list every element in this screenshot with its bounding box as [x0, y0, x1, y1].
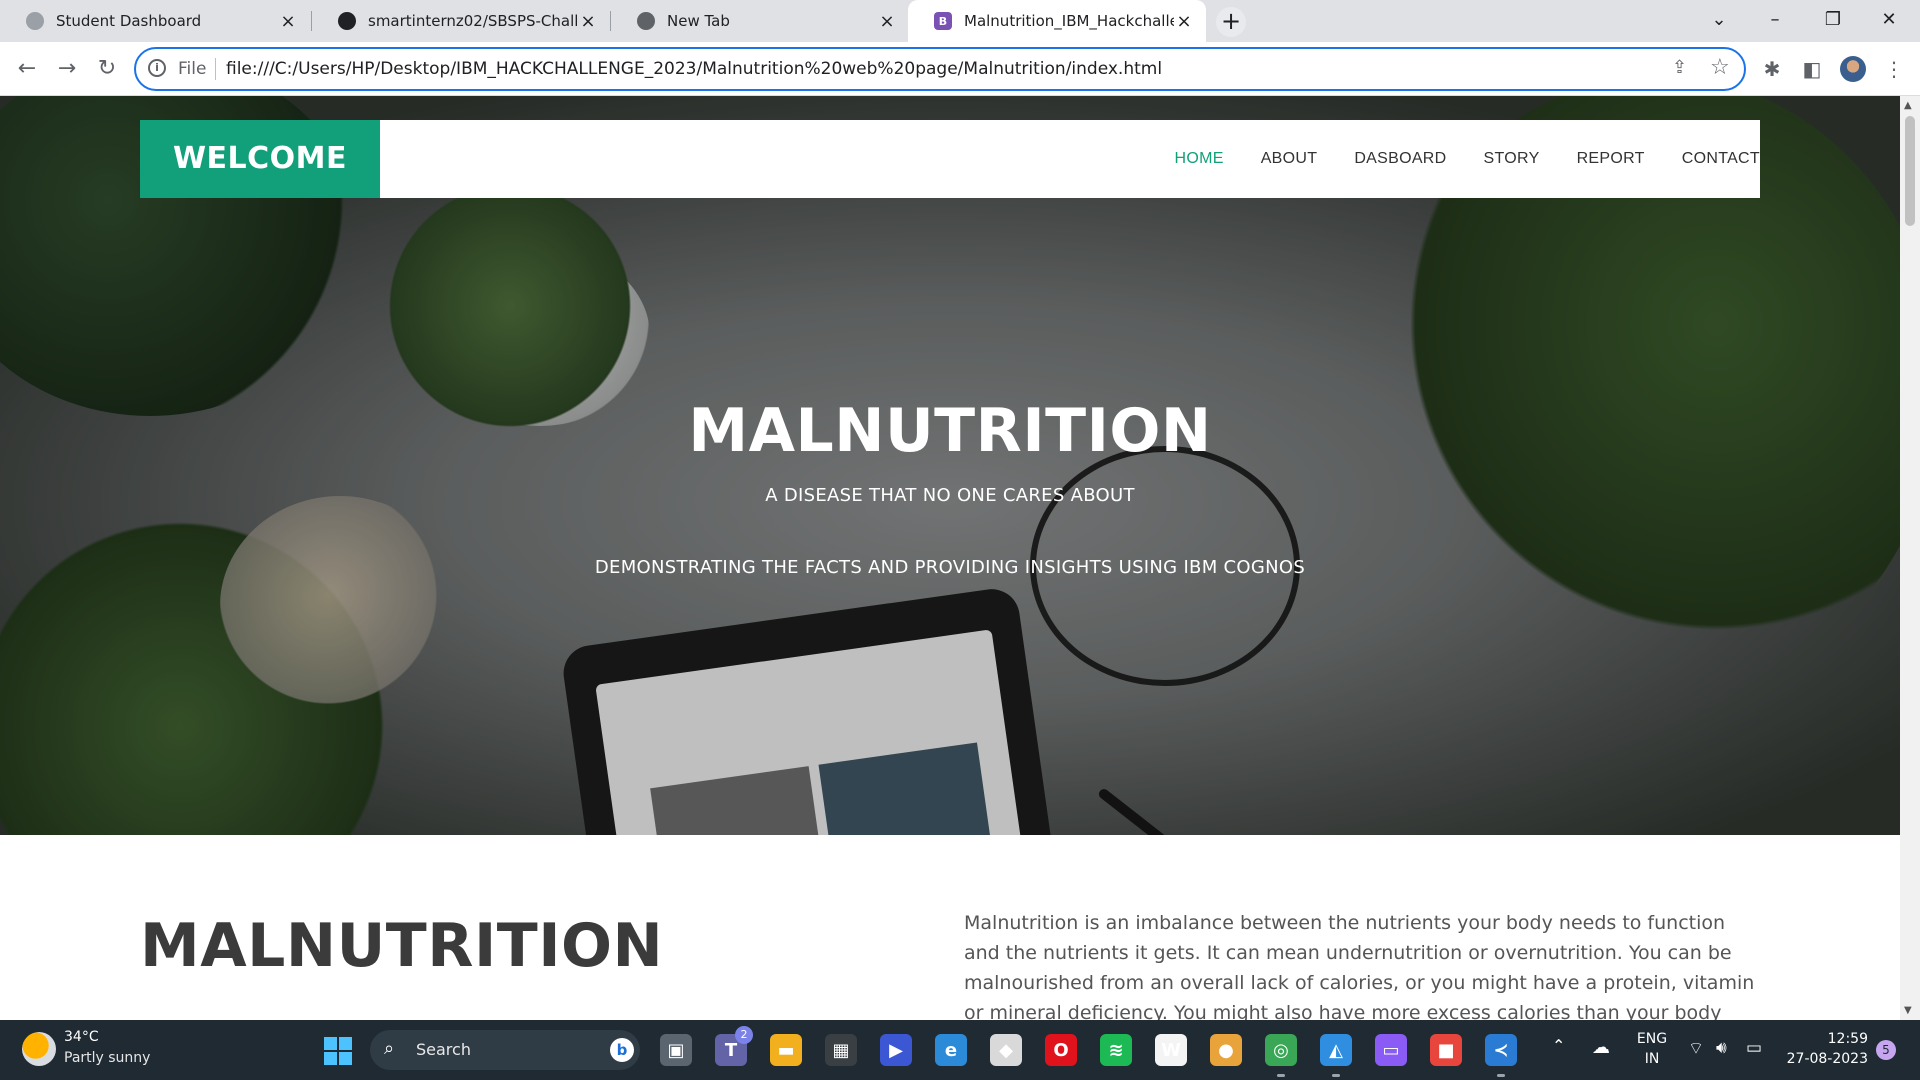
battery-icon[interactable]: ▭	[1746, 1038, 1762, 1058]
weather-temperature[interactable]: 34°C	[64, 1029, 99, 1045]
chrome-icon	[637, 12, 655, 30]
nav-about[interactable]: ABOUT	[1261, 150, 1318, 168]
taskbar-search[interactable]: ⌕ Search b	[370, 1030, 640, 1070]
clock-time: 12:59	[1827, 1031, 1868, 1047]
restore-button[interactable]: ❐	[1810, 4, 1856, 36]
scheme-label: File	[178, 59, 207, 79]
volume-icon[interactable]: 🔊︎	[1716, 1038, 1727, 1058]
nav-links: HOME ABOUT DASBOARD STORY REPORT CONTACT	[1137, 120, 1760, 198]
search-label: Search	[416, 1040, 471, 1059]
close-icon[interactable]: ×	[1174, 11, 1194, 32]
minimize-button[interactable]: –	[1752, 4, 1798, 36]
scroll-up-arrow-icon[interactable]: ▲	[1904, 100, 1912, 111]
share-icon[interactable]: ⇪	[1672, 57, 1687, 78]
about-title: MALNUTRITION	[140, 911, 664, 981]
windows-taskbar: 34°C Partly sunny ⌕ Search b ▣ T 2 ▬ ▦ ▶ e ◆ O ≋ W…	[0, 1020, 1920, 1080]
nav-dashboard[interactable]: DASBOARD	[1354, 150, 1446, 168]
hero-title: MALNUTRITION	[688, 396, 1212, 466]
nav-home[interactable]: HOME	[1174, 150, 1223, 168]
running-indicator	[1277, 1074, 1285, 1077]
teams-icon[interactable]: T2	[715, 1026, 753, 1066]
file-explorer-icon[interactable]: ▬	[770, 1034, 802, 1066]
hero-subtitle: A DISEASE THAT NO ONE CARES ABOUT	[765, 485, 1135, 506]
show-hidden-icons-chevron-icon[interactable]: ⌃	[1552, 1036, 1565, 1055]
power-automate-icon[interactable]: ▶	[880, 1034, 912, 1066]
microsoft-store-icon[interactable]: ▦	[825, 1034, 857, 1066]
omnibox-divider	[215, 58, 216, 80]
info-icon[interactable]: i	[148, 59, 166, 77]
system-clock[interactable]: 12:59 27-08-2023	[1776, 1029, 1868, 1069]
nav-report[interactable]: REPORT	[1577, 150, 1645, 168]
back-button[interactable]: ←	[12, 54, 42, 84]
url-text[interactable]: file:///C:/Users/HP/Desktop/IBM_HACKCHAL…	[226, 59, 1586, 79]
address-bar[interactable]: i File file:///C:/Users/HP/Desktop/IBM_H…	[134, 47, 1746, 91]
browser-toolbar: ← → ↻ i File file:///C:/Users/HP/Desktop…	[0, 42, 1920, 96]
extensions-icon[interactable]: ✱	[1758, 54, 1786, 84]
about-text: Malnutrition is an imbalance between the…	[964, 912, 1755, 1020]
nav-contact[interactable]: CONTACT	[1682, 150, 1760, 168]
hero-section: WELCOME HOME ABOUT DASBOARD STORY REPORT…	[0, 96, 1900, 835]
weather-description[interactable]: Partly sunny	[64, 1050, 150, 1066]
forward-button[interactable]: →	[52, 54, 82, 84]
page-scrollbar[interactable]: ▲ ▼	[1900, 96, 1920, 1020]
globe-icon	[26, 12, 44, 30]
site-navbar: WELCOME HOME ABOUT DASBOARD STORY REPORT…	[140, 120, 1760, 198]
close-icon[interactable]: ×	[877, 11, 897, 32]
opera-icon[interactable]: O	[1045, 1034, 1077, 1066]
scrollbar-thumb[interactable]	[1905, 116, 1915, 226]
hero-tagline: DEMONSTRATING THE FACTS AND PROVIDING IN…	[594, 557, 1306, 578]
clipchamp-icon[interactable]: ▭	[1375, 1034, 1407, 1066]
new-tab-button[interactable]: +	[1216, 7, 1246, 37]
github-icon	[338, 12, 356, 30]
running-indicator	[1332, 1074, 1340, 1077]
windows-start-icon[interactable]	[324, 1037, 352, 1065]
dino-game-icon[interactable]: ◆	[990, 1034, 1022, 1066]
tab-strip: Student Dashboard × smartinternz02/SBSPS…	[0, 0, 1920, 42]
task-view-icon[interactable]: ▣	[660, 1034, 692, 1066]
tab-new-tab[interactable]: New Tab ×	[611, 0, 909, 42]
bing-icon[interactable]: b	[610, 1038, 634, 1062]
notification-badge[interactable]: 5	[1876, 1040, 1896, 1060]
tab-github[interactable]: smartinternz02/SBSPS-Challenge ×	[312, 0, 610, 42]
onedrive-cloud-icon[interactable]: ☁	[1592, 1037, 1610, 1058]
tab-search-chevron-icon[interactable]: ⌄	[1696, 4, 1742, 36]
close-window-button[interactable]: ✕	[1866, 4, 1912, 36]
tab-title: New Tab	[667, 12, 730, 30]
running-indicator	[1497, 1074, 1505, 1077]
wordweb-icon[interactable]: W	[1155, 1034, 1187, 1066]
vscode-icon[interactable]: ≺	[1485, 1034, 1517, 1066]
tab-title: Student Dashboard	[56, 12, 202, 30]
scroll-down-arrow-icon[interactable]: ▼	[1904, 1005, 1912, 1016]
wifi-icon[interactable]: ⌔	[1688, 1038, 1704, 1059]
medal-icon[interactable]: ●	[1210, 1034, 1242, 1066]
close-icon[interactable]: ×	[278, 11, 298, 32]
nav-story[interactable]: STORY	[1484, 150, 1540, 168]
close-icon[interactable]: ×	[578, 11, 598, 32]
language-indicator[interactable]: ENG IN	[1636, 1029, 1668, 1069]
partly-sunny-icon[interactable]	[22, 1032, 56, 1066]
brand-logo[interactable]: WELCOME	[140, 120, 380, 198]
side-panel-icon[interactable]: ◧	[1798, 54, 1826, 84]
tab-title: Malnutrition_IBM_Hackchallenge	[964, 12, 1174, 30]
tab-title: smartinternz02/SBSPS-Challenge	[368, 12, 578, 30]
language-code: ENG	[1636, 1031, 1668, 1047]
language-region: IN	[1644, 1051, 1660, 1067]
tab-student-dashboard[interactable]: Student Dashboard ×	[0, 0, 310, 42]
chrome-icon[interactable]: ◎	[1265, 1034, 1297, 1066]
bootstrap-icon: B	[934, 12, 952, 30]
edge-legacy-icon[interactable]: e	[935, 1034, 967, 1066]
page-viewport: WELCOME HOME ABOUT DASBOARD STORY REPORT…	[0, 96, 1900, 1020]
bookmark-star-icon[interactable]: ☆	[1710, 55, 1730, 80]
photos-icon[interactable]: ◭	[1320, 1034, 1352, 1066]
recorder-icon[interactable]: ■	[1430, 1034, 1462, 1066]
profile-avatar[interactable]	[1840, 56, 1866, 82]
reload-button[interactable]: ↻	[92, 54, 122, 84]
search-icon: ⌕	[384, 1038, 395, 1059]
app-badge: 2	[735, 1026, 753, 1044]
spotify-icon[interactable]: ≋	[1100, 1034, 1132, 1066]
tab-malnutrition[interactable]: B Malnutrition_IBM_Hackchallenge ×	[908, 0, 1206, 42]
menu-kebab-icon[interactable]: ⋮	[1880, 54, 1908, 84]
clock-date: 27-08-2023	[1786, 1051, 1868, 1067]
